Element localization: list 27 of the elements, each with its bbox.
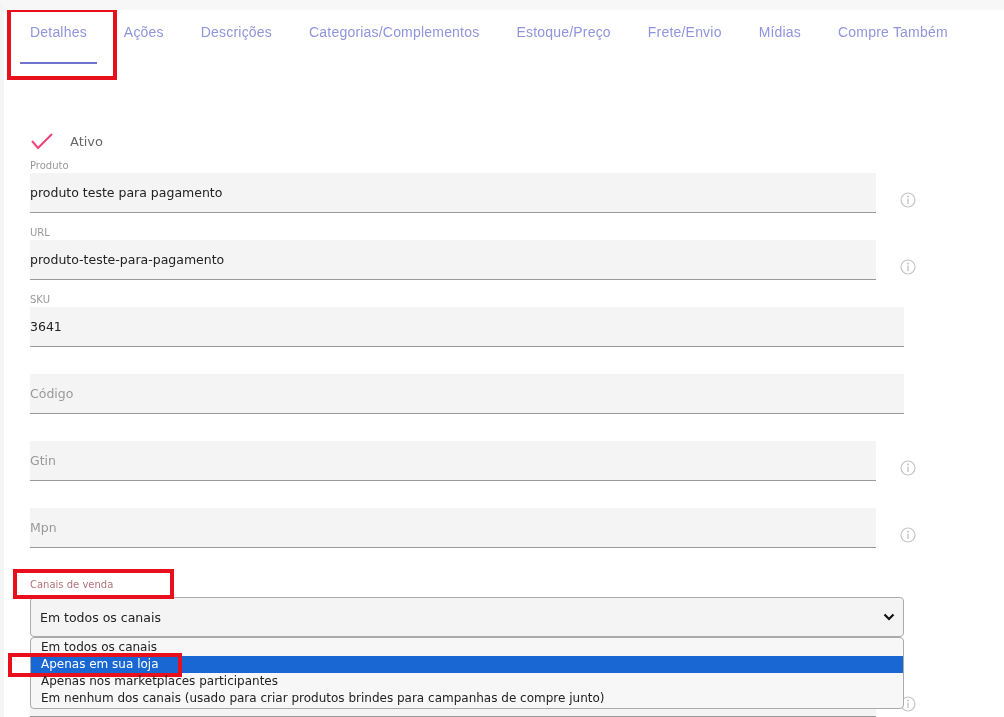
dropdown-option[interactable]: Apenas nos marketplaces participantes <box>31 673 903 690</box>
tab[interactable]: Estoque/Preço <box>506 10 621 64</box>
input-field[interactable]: 3641 <box>30 307 904 347</box>
tab[interactable]: Ações <box>113 10 174 64</box>
dropdown-option[interactable]: Em todos os canais <box>31 639 903 656</box>
tab[interactable]: Detalhes <box>20 10 97 64</box>
checkbox-label: Ativo <box>70 133 104 149</box>
input-field[interactable]: Código <box>30 374 904 414</box>
tab[interactable]: Descrições <box>190 10 283 64</box>
dropdown-option[interactable]: Apenas em sua loja <box>31 656 903 673</box>
input-field[interactable]: produto teste para pagamento <box>30 173 876 213</box>
chevron-down-icon <box>883 613 895 621</box>
input-field[interactable]: Gtin <box>30 441 876 481</box>
field-label: SKU <box>30 294 50 305</box>
tab[interactable]: Compre Também <box>828 10 958 64</box>
dropdown[interactable]: Em todos os canais <box>30 597 904 637</box>
field-label: Canais de venda <box>30 579 114 590</box>
tab[interactable]: Categorias/Complementos <box>299 10 490 64</box>
input-field[interactable]: produto-teste-para-pagamento <box>30 240 876 280</box>
field-label: Produto <box>30 160 69 171</box>
checkbox[interactable] <box>30 132 54 150</box>
tab[interactable]: Frete/Envio <box>637 10 732 64</box>
field-label: URL <box>30 227 50 238</box>
checkmark-icon <box>30 132 54 150</box>
dropdown-option[interactable]: Em nenhum dos canais (usado para criar produtos brindes para campanhas de compre junto) <box>31 690 903 707</box>
tab[interactable]: Mídias <box>748 10 812 64</box>
input-field[interactable]: Mpn <box>30 508 876 548</box>
